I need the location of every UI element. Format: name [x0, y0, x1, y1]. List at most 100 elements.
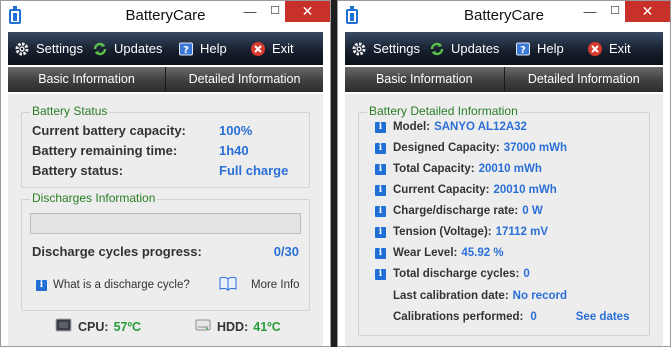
status-label: Battery status:	[32, 163, 124, 178]
current-capacity-label: Current Capacity:	[393, 184, 490, 196]
menu-exit[interactable]: Exit	[244, 32, 314, 65]
menu-settings-label: Settings	[36, 41, 83, 56]
menu-help-label: Help	[537, 41, 564, 56]
tension-label: Tension (Voltage):	[393, 226, 492, 238]
cpu-value: 57ºC	[113, 319, 142, 334]
help-icon: ?	[178, 41, 194, 57]
info-icon[interactable]: i	[375, 142, 386, 154]
exit-icon	[587, 41, 603, 57]
menu-settings[interactable]: Settings	[8, 32, 86, 65]
info-icon[interactable]: i	[375, 205, 386, 217]
current-capacity-value: 20010 mWh	[493, 184, 557, 196]
charge-rate-row: i Charge/discharge rate: 0 W	[359, 205, 649, 217]
tab-detailed-information[interactable]: Detailed Information	[166, 67, 323, 92]
remaining-label: Battery remaining time:	[32, 143, 178, 158]
cpu-label: CPU:	[78, 319, 109, 334]
capacity-row: Current battery capacity: 100%	[32, 123, 299, 138]
info-icon[interactable]: i	[375, 226, 386, 238]
model-value: SANYO AL12A32	[434, 121, 527, 133]
discharges-group: Discharges Information Discharge cycles …	[21, 191, 310, 311]
tension-value: 17112 mV	[495, 226, 549, 238]
info-icon[interactable]: i	[375, 163, 386, 175]
total-capacity-row: i Total Capacity: 20010 mWh	[359, 163, 649, 175]
menu-settings[interactable]: Settings	[345, 32, 423, 65]
info-icon: i	[36, 279, 47, 291]
capacity-value: 100%	[219, 123, 253, 138]
tab-strip: Basic Information Detailed Information	[345, 67, 663, 92]
minimize-button[interactable]: —	[236, 1, 264, 22]
close-button[interactable]: ✕	[625, 1, 670, 22]
discharge-progress-value: 0/30	[273, 244, 299, 259]
menu-help[interactable]: ? Help	[172, 32, 244, 65]
detailed-info-group: Battery Detailed Information i Model: SA…	[358, 104, 650, 336]
cpu-temperature: CPU: 57ºC	[55, 318, 141, 335]
info-icon[interactable]: i	[375, 121, 386, 133]
cpu-chip-icon	[55, 318, 72, 335]
wear-level-value: 45.92 %	[461, 247, 504, 259]
menu-updates-label: Updates	[451, 41, 500, 56]
designed-capacity-value: 37000 mWh	[503, 142, 568, 154]
svg-text:?: ?	[520, 45, 526, 56]
menu-updates-label: Updates	[114, 41, 163, 56]
calibration-date-label: Last calibration date:	[393, 290, 509, 302]
tab-basic-information[interactable]: Basic Information	[8, 67, 166, 92]
total-capacity-label: Total Capacity:	[393, 163, 475, 175]
calibration-date-value: No record	[512, 290, 567, 302]
total-capacity-value: 20010 mWh	[478, 163, 542, 175]
wear-level-row: i Wear Level: 45.92 %	[359, 247, 649, 259]
tab-strip: Basic Information Detailed Information	[8, 67, 323, 92]
see-dates-link[interactable]: See dates	[576, 311, 630, 323]
current-capacity-row: i Current Capacity: 20010 mWh	[359, 184, 649, 196]
minimize-button[interactable]: —	[576, 1, 604, 22]
discharge-progress-bar	[30, 213, 301, 234]
hdd-temperature: HDD: 41ºC	[195, 318, 281, 335]
more-info-label: More Info	[251, 278, 300, 291]
charge-rate-label: Charge/discharge rate:	[393, 205, 519, 217]
menu-help[interactable]: ? Help	[509, 32, 581, 65]
charge-rate-value: 0 W	[522, 205, 543, 217]
discharge-progress-row: Discharge cycles progress: 0/30	[32, 244, 299, 259]
help-icon: ?	[515, 41, 531, 57]
discharges-title: Discharges Information	[30, 191, 158, 205]
tab-detailed-information[interactable]: Detailed Information	[504, 67, 663, 92]
maximize-button[interactable]: ☐	[605, 1, 625, 22]
model-row: i Model: SANYO AL12A32	[359, 121, 649, 133]
info-icon[interactable]: i	[375, 184, 386, 196]
designed-capacity-label: Designed Capacity:	[393, 142, 500, 154]
what-is-discharge-label: What is a discharge cycle?	[53, 279, 190, 291]
menu-updates[interactable]: Updates	[86, 32, 172, 65]
menu-exit-label: Exit	[609, 41, 631, 56]
remaining-row: Battery remaining time: 1h40	[32, 143, 299, 158]
calibrations-performed-label: Calibrations performed:	[393, 311, 524, 323]
calibrations-performed-value: 0	[530, 311, 537, 323]
remaining-value: 1h40	[219, 143, 249, 158]
refresh-icon	[429, 41, 445, 57]
gear-icon	[14, 41, 30, 57]
menu-bar: Settings Updates ? Help Exit	[8, 32, 323, 65]
hdd-value: 41ºC	[253, 319, 281, 334]
close-button[interactable]: ✕	[285, 1, 330, 22]
capacity-label: Current battery capacity:	[32, 123, 186, 138]
menu-settings-label: Settings	[373, 41, 420, 56]
menu-updates[interactable]: Updates	[423, 32, 509, 65]
info-icon[interactable]: i	[375, 268, 386, 280]
hdd-label: HDD:	[217, 319, 249, 334]
title-bar: BatteryCare — ☐ ✕	[1, 1, 330, 31]
menu-help-label: Help	[200, 41, 227, 56]
gear-icon	[351, 41, 367, 57]
discharge-cycles-label: Total discharge cycles:	[393, 268, 520, 280]
menu-bar: Settings Updates ? Help Exit	[345, 32, 663, 65]
maximize-button[interactable]: ☐	[265, 1, 285, 22]
more-info-button[interactable]: More Info	[219, 275, 300, 294]
title-bar: BatteryCare — ☐ ✕	[338, 1, 670, 31]
tab-basic-information[interactable]: Basic Information	[345, 67, 505, 92]
hard-drive-icon	[195, 318, 211, 335]
calibration-date-row: Last calibration date: No record	[359, 290, 649, 302]
menu-exit[interactable]: Exit	[581, 32, 651, 65]
basic-panel: Battery Status Current battery capacity:…	[8, 94, 323, 346]
what-is-discharge-link[interactable]: i What is a discharge cycle?	[36, 279, 190, 291]
info-icon[interactable]: i	[375, 247, 386, 259]
tension-row: i Tension (Voltage): 17112 mV	[359, 226, 649, 238]
menu-exit-label: Exit	[272, 41, 294, 56]
discharge-progress-label: Discharge cycles progress:	[32, 244, 202, 259]
